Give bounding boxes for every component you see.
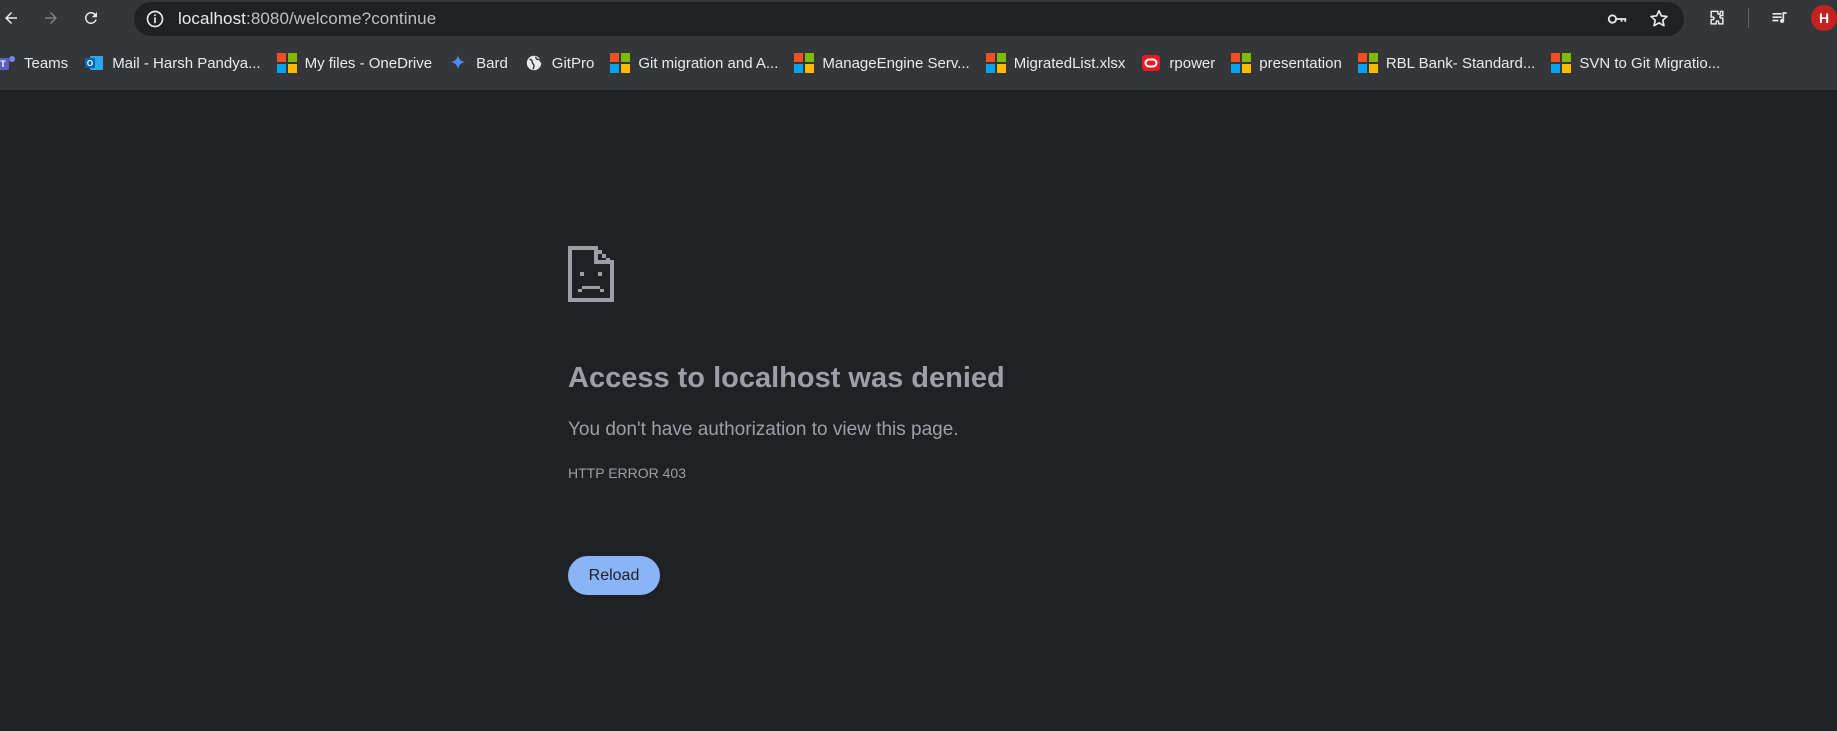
bookmark-label: My files - OneDrive xyxy=(304,54,433,72)
error-content: Access to localhost was denied You don't… xyxy=(568,246,1468,481)
error-title: Access to localhost was denied xyxy=(568,362,1005,394)
forward-button[interactable] xyxy=(34,1,68,35)
bookmark-label: MigratedList.xlsx xyxy=(1013,54,1126,72)
microsoft-icon xyxy=(794,53,815,73)
sad-page-icon xyxy=(568,246,614,302)
bookmark-label: rpower xyxy=(1169,54,1216,72)
globe-icon xyxy=(524,53,544,73)
bookmark-my-files-onedrive[interactable]: My files - OneDrive xyxy=(271,48,443,78)
bookmark-git-migration[interactable]: Git migration and A... xyxy=(604,48,788,78)
reload-button[interactable]: Reload xyxy=(568,556,660,595)
microsoft-icon xyxy=(1551,53,1572,73)
password-key-icon[interactable] xyxy=(1606,8,1628,30)
svg-text:T: T xyxy=(0,59,6,69)
bookmark-label: Mail - Harsh Pandya... xyxy=(112,54,261,72)
bookmark-star-icon[interactable] xyxy=(1648,8,1670,30)
address-bar[interactable]: localhost:8080/welcome?continue xyxy=(134,2,1684,36)
bookmark-teams[interactable]: T Teams xyxy=(0,48,78,78)
bookmark-label: SVN to Git Migratio... xyxy=(1579,54,1721,72)
error-description: You don't have authorization to view thi… xyxy=(568,419,959,440)
bookmark-label: presentation xyxy=(1259,54,1342,72)
bookmark-label: ManageEngine Serv... xyxy=(822,54,970,72)
svg-text:O: O xyxy=(87,59,93,68)
reload-page-button[interactable] xyxy=(74,1,108,35)
outlook-icon: O xyxy=(84,53,104,73)
bookmark-label: Teams xyxy=(24,54,69,72)
microsoft-icon xyxy=(1357,53,1378,73)
microsoft-icon xyxy=(276,53,297,73)
browser-toolbar: localhost:8080/welcome?continue H xyxy=(0,0,1837,36)
bookmark-rbl-bank[interactable]: RBL Bank- Standard... xyxy=(1352,48,1546,78)
refresh-icon xyxy=(84,11,97,24)
media-queue-icon[interactable] xyxy=(1763,1,1797,35)
bookmark-svn-to-git[interactable]: SVN to Git Migratio... xyxy=(1545,48,1730,78)
microsoft-icon xyxy=(610,53,631,73)
arrow-right-icon xyxy=(45,12,57,24)
bookmark-presentation[interactable]: presentation xyxy=(1225,48,1352,78)
oracle-icon xyxy=(1141,53,1161,73)
microsoft-icon xyxy=(985,53,1006,73)
site-info-icon[interactable] xyxy=(144,8,166,30)
url-path: :8080/welcome?continue xyxy=(246,9,437,28)
bookmark-manageengine[interactable]: ManageEngine Serv... xyxy=(788,48,979,78)
microsoft-icon xyxy=(1231,53,1252,73)
bookmark-label: Bard xyxy=(476,54,508,72)
extensions-puzzle-icon[interactable] xyxy=(1700,1,1734,35)
back-button[interactable] xyxy=(0,1,28,35)
bookmark-mail[interactable]: O Mail - Harsh Pandya... xyxy=(78,48,270,78)
url-text[interactable]: localhost:8080/welcome?continue xyxy=(178,9,436,29)
arrow-left-icon xyxy=(5,12,17,24)
bookmark-label: Git migration and A... xyxy=(638,54,779,72)
teams-icon: T xyxy=(0,53,16,73)
bookmark-bard[interactable]: Bard xyxy=(442,48,518,78)
bookmark-gitpro[interactable]: GitPro xyxy=(518,48,605,78)
bard-sparkle-icon xyxy=(448,53,468,73)
url-host: localhost xyxy=(178,9,246,28)
bookmark-label: RBL Bank- Standard... xyxy=(1385,54,1536,72)
bookmarks-bar: T Teams O Mail - Harsh Pandya... My file… xyxy=(0,36,1837,90)
error-code: HTTP ERROR 403 xyxy=(568,465,686,481)
profile-avatar[interactable]: H xyxy=(1811,5,1837,31)
bookmark-rpower[interactable]: rpower xyxy=(1135,48,1225,78)
toolbar-divider xyxy=(1748,8,1749,28)
bookmark-label: GitPro xyxy=(551,54,595,72)
bookmark-migratedlist[interactable]: MigratedList.xlsx xyxy=(980,48,1136,78)
